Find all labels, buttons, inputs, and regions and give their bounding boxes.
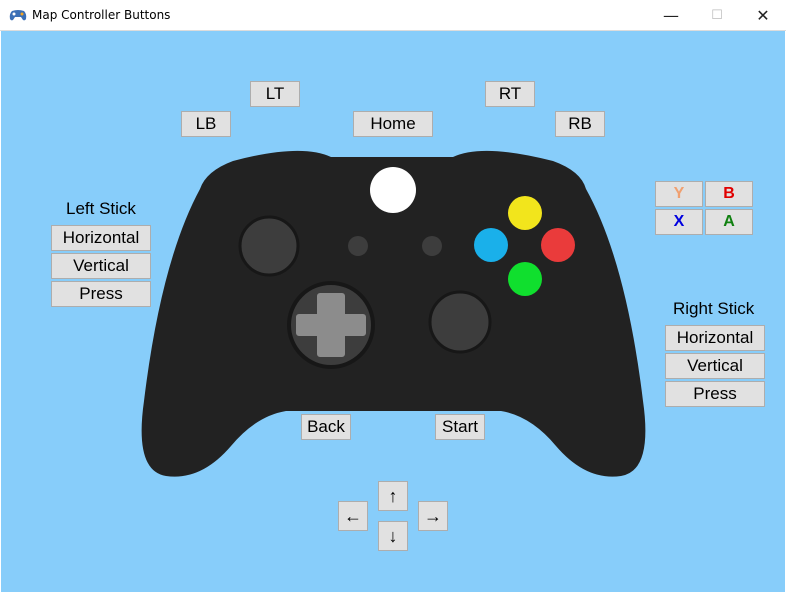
b-button-graphic — [541, 228, 575, 262]
dpad-left-button[interactable]: ← — [338, 501, 368, 531]
maximize-button[interactable]: ☐ — [694, 0, 740, 31]
gamepad-icon — [9, 10, 27, 21]
lb-button[interactable]: LB — [181, 111, 231, 137]
left-stick-graphic — [238, 215, 300, 277]
left-stick-press-button[interactable]: Press — [51, 281, 151, 307]
close-button[interactable]: ✕ — [740, 0, 786, 31]
dpad-down-button[interactable]: ↓ — [378, 521, 408, 551]
minimize-button[interactable]: — — [648, 0, 694, 31]
client-area: LT RT LB Home RB Left Stick Horizontal V… — [1, 31, 785, 592]
view-button-graphic — [348, 236, 368, 256]
menu-button-graphic — [422, 236, 442, 256]
rt-button[interactable]: RT — [485, 81, 535, 107]
y-button-graphic — [508, 196, 542, 230]
right-stick-graphic — [428, 290, 492, 354]
start-button[interactable]: Start — [435, 414, 485, 440]
right-stick-vertical-button[interactable]: Vertical — [665, 353, 765, 379]
right-stick-press-button[interactable]: Press — [665, 381, 765, 407]
back-button[interactable]: Back — [301, 414, 351, 440]
window-title: Map Controller Buttons — [32, 8, 171, 22]
dpad-right-button[interactable]: → — [418, 501, 448, 531]
x-button[interactable]: X — [655, 209, 703, 235]
home-button[interactable]: Home — [353, 111, 433, 137]
lt-button[interactable]: LT — [250, 81, 300, 107]
title-bar: Map Controller Buttons — ☐ ✕ — [0, 0, 786, 31]
home-button-graphic — [370, 167, 416, 213]
b-button[interactable]: B — [705, 181, 753, 207]
right-stick-title: Right Stick — [673, 299, 755, 318]
y-button[interactable]: Y — [655, 181, 703, 207]
x-button-graphic — [474, 228, 508, 262]
left-stick-title: Left Stick — [66, 199, 136, 218]
a-button-graphic — [508, 262, 542, 296]
left-stick-horizontal-button[interactable]: Horizontal — [51, 225, 151, 251]
dpad-up-button[interactable]: ↑ — [378, 481, 408, 511]
a-button[interactable]: A — [705, 209, 753, 235]
rb-button[interactable]: RB — [555, 111, 605, 137]
left-stick-vertical-button[interactable]: Vertical — [51, 253, 151, 279]
right-stick-horizontal-button[interactable]: Horizontal — [665, 325, 765, 351]
